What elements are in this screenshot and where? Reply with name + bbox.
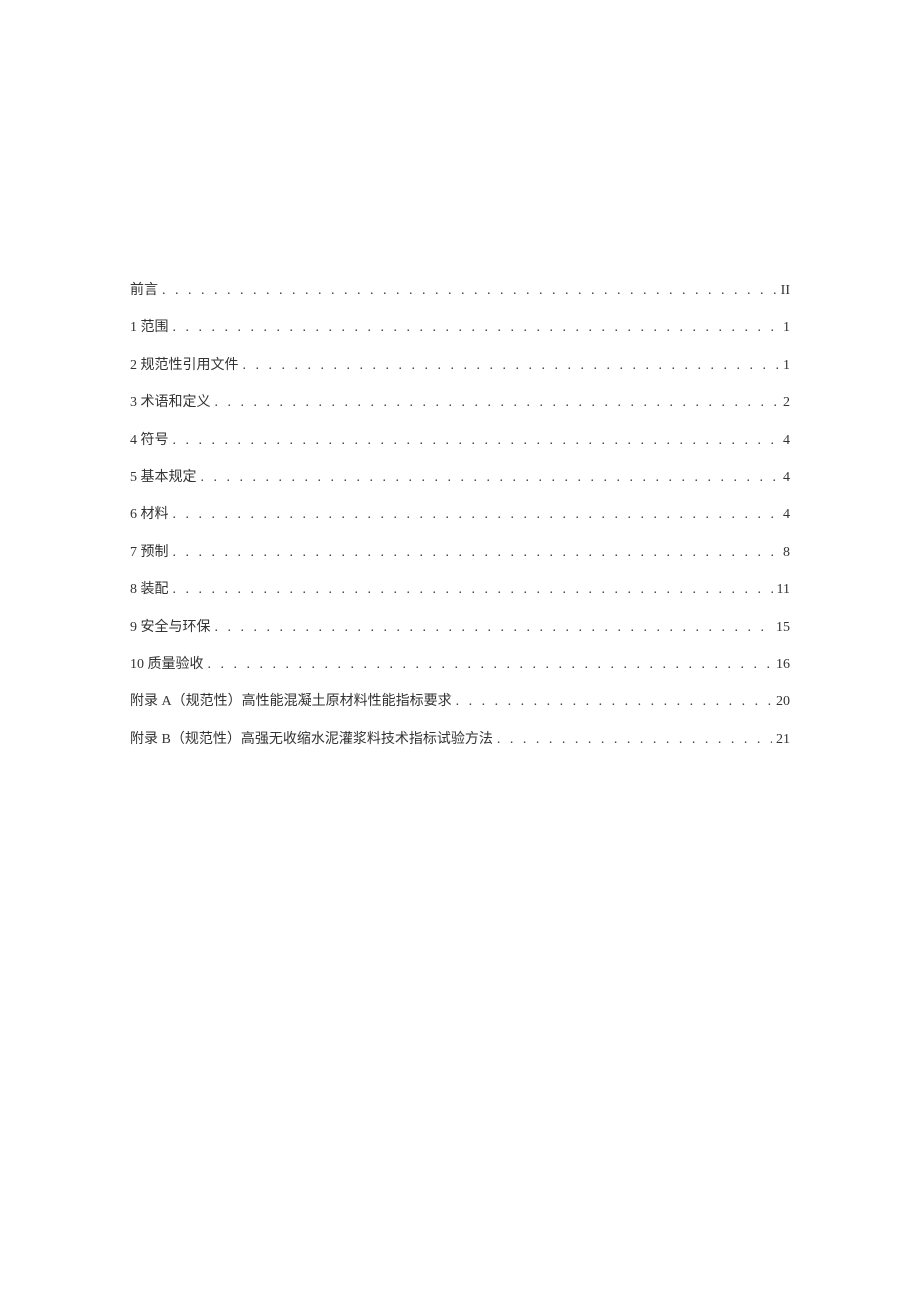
toc-leader-dots [173,317,780,339]
toc-entry-page: 2 [783,392,790,414]
toc-entry-page: 21 [776,729,790,751]
toc-entry: 7 预制 8 [130,542,790,564]
toc-entry-page: 1 [783,355,790,377]
toc-entry: 8 装配 11 [130,579,790,601]
toc-entry-label: 附录 A（规范性）高性能混凝土原材料性能指标要求 [130,691,452,713]
toc-leader-dots [208,654,773,676]
toc-leader-dots [497,729,772,751]
toc-leader-dots [173,579,773,601]
toc-entry-page: 4 [783,430,790,452]
toc-entry: 1 范围 1 [130,317,790,339]
toc-entry-label: 7 预制 [130,542,169,564]
toc-entry-page: 16 [776,654,790,676]
toc-entry-label: 1 范围 [130,317,169,339]
toc-entry: 6 材料 4 [130,504,790,526]
toc-entry: 3 术语和定义 2 [130,392,790,414]
toc-leader-dots [243,355,780,377]
toc-entry: 9 安全与环保 15 [130,617,790,639]
toc-leader-dots [173,430,780,452]
toc-entry-label: 4 符号 [130,430,169,452]
toc-entry-label: 8 装配 [130,579,169,601]
toc-entry-page: 11 [777,579,790,601]
toc-entry-page: II [781,280,790,302]
toc-entry: 4 符号 4 [130,430,790,452]
toc-entry-page: 4 [783,467,790,489]
toc-entry-label: 附录 B（规范性）高强无收缩水泥灌浆料技术指标试验方法 [130,729,493,751]
toc-entry-label: 5 基本规定 [130,467,197,489]
toc-entry: 附录 A（规范性）高性能混凝土原材料性能指标要求 20 [130,691,790,713]
toc-entry-page: 4 [783,504,790,526]
toc-entry-page: 20 [776,691,790,713]
toc-entry-label: 前言 [130,280,158,302]
toc-entry-page: 15 [776,617,790,639]
toc-entry-label: 6 材料 [130,504,169,526]
toc-entry-label: 3 术语和定义 [130,392,211,414]
toc-entry-label: 2 规范性引用文件 [130,355,239,377]
toc-leader-dots [162,280,777,302]
toc-entry-page: 1 [783,317,790,339]
toc-leader-dots [215,617,773,639]
toc-entry: 2 规范性引用文件 1 [130,355,790,377]
toc-entry-label: 9 安全与环保 [130,617,211,639]
toc-leader-dots [173,504,780,526]
toc-entry: 5 基本规定 4 [130,467,790,489]
toc-entry-label: 10 质量验收 [130,654,204,676]
toc-container: 前言 II 1 范围 1 2 规范性引用文件 1 3 术语和定义 2 4 符号 … [130,280,790,751]
toc-leader-dots [456,691,772,713]
toc-leader-dots [173,542,780,564]
toc-entry-page: 8 [783,542,790,564]
toc-entry: 附录 B（规范性）高强无收缩水泥灌浆料技术指标试验方法 21 [130,729,790,751]
toc-leader-dots [215,392,780,414]
toc-leader-dots [201,467,780,489]
toc-entry: 10 质量验收 16 [130,654,790,676]
toc-entry: 前言 II [130,280,790,302]
